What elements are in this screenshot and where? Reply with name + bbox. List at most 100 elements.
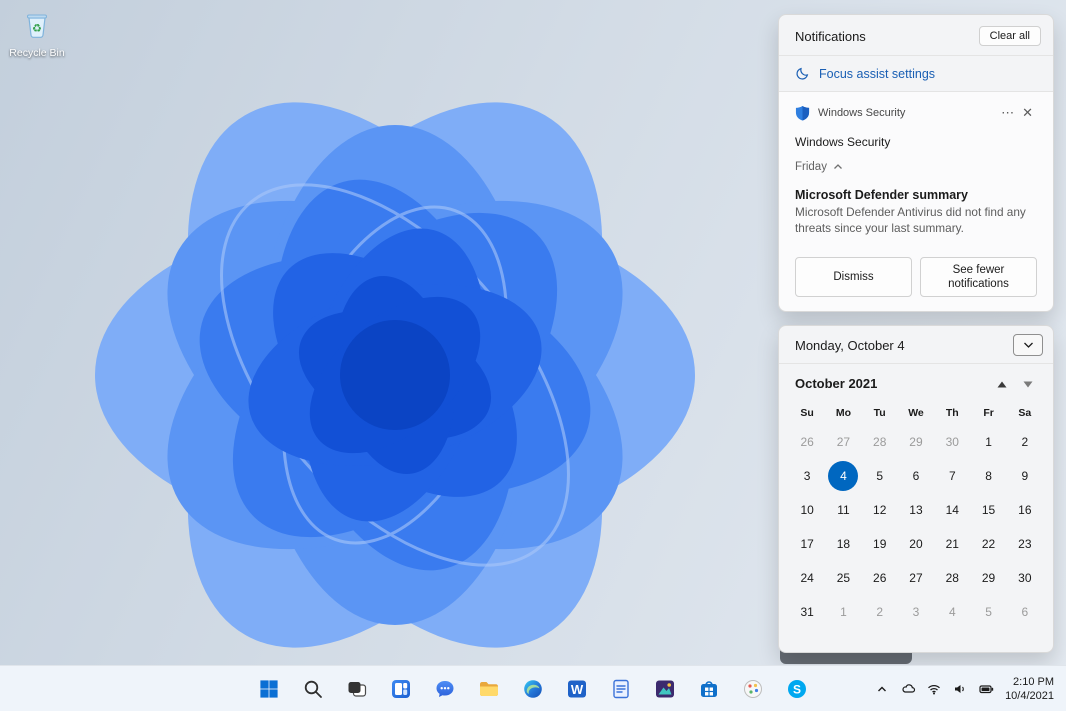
- calendar-day[interactable]: 26: [792, 427, 822, 457]
- recycle-bin-label: Recycle Bin: [8, 47, 66, 59]
- clock[interactable]: 2:10 PM 10/4/2021: [1005, 675, 1054, 704]
- close-icon[interactable]: ✕: [1018, 104, 1037, 121]
- tray-wifi-button[interactable]: [921, 672, 947, 706]
- notepad-icon: [609, 677, 633, 701]
- calendar-prev-month-button[interactable]: [991, 374, 1013, 393]
- calendar-day[interactable]: 5: [865, 461, 895, 491]
- notification-actions: Dismiss See fewer notifications: [795, 257, 1037, 297]
- calendar-day-selected[interactable]: 4: [828, 461, 858, 491]
- calendar-day[interactable]: 27: [901, 563, 931, 593]
- calendar-day[interactable]: 7: [937, 461, 967, 491]
- tray-onedrive-button[interactable]: [895, 672, 921, 706]
- calendar-day[interactable]: 10: [792, 495, 822, 525]
- focus-assist-icon: [795, 66, 810, 81]
- see-fewer-notifications-button[interactable]: See fewer notifications: [920, 257, 1037, 297]
- taskbar-start-button[interactable]: [249, 669, 289, 709]
- calendar-day[interactable]: 27: [828, 427, 858, 457]
- chat-icon: [433, 677, 457, 701]
- onedrive-cloud-icon: [900, 681, 917, 697]
- taskbar-paint-button[interactable]: [733, 669, 773, 709]
- taskbar-skype-button[interactable]: S: [777, 669, 817, 709]
- taskbar-notepad-button[interactable]: [601, 669, 641, 709]
- calendar-day[interactable]: 30: [937, 427, 967, 457]
- calendar-weekday-row: SuMoTuWeThFrSa: [779, 397, 1053, 425]
- calendar-day[interactable]: 9: [1010, 461, 1040, 491]
- calendar-day[interactable]: 21: [937, 529, 967, 559]
- dismiss-button[interactable]: Dismiss: [795, 257, 912, 297]
- calendar-day[interactable]: 6: [1010, 597, 1040, 627]
- calendar-day[interactable]: 24: [792, 563, 822, 593]
- calendar-day[interactable]: 2: [1010, 427, 1040, 457]
- taskbar-word-button[interactable]: W: [557, 669, 597, 709]
- taskbar-photos-button[interactable]: [645, 669, 685, 709]
- notification-group-friday[interactable]: Friday: [795, 161, 1037, 173]
- calendar-day[interactable]: 14: [937, 495, 967, 525]
- calendar-day[interactable]: 3: [792, 461, 822, 491]
- calendar-day[interactable]: 2: [865, 597, 895, 627]
- calendar-header: Monday, October 4: [779, 326, 1053, 363]
- taskbar-task-view-button[interactable]: [337, 669, 377, 709]
- calendar-day[interactable]: 28: [937, 563, 967, 593]
- calendar-day[interactable]: 29: [974, 563, 1004, 593]
- calendar-day[interactable]: 23: [1010, 529, 1040, 559]
- taskbar-search-button[interactable]: [293, 669, 333, 709]
- tray-volume-button[interactable]: [947, 672, 973, 706]
- taskbar-edge-button[interactable]: [513, 669, 553, 709]
- calendar-day[interactable]: 16: [1010, 495, 1040, 525]
- focus-assist-settings-link[interactable]: Focus assist settings: [779, 56, 1053, 91]
- notification-card: Windows Security ⋯ ✕ Windows Security Fr…: [779, 92, 1053, 311]
- photos-icon: [653, 677, 677, 701]
- skype-icon: S: [785, 677, 809, 701]
- calendar-day[interactable]: 26: [865, 563, 895, 593]
- taskbar-chat-button[interactable]: [425, 669, 465, 709]
- calendar-day[interactable]: 8: [974, 461, 1004, 491]
- svg-text:S: S: [793, 682, 801, 696]
- calendar-collapse-button[interactable]: [1013, 334, 1043, 356]
- calendar-day[interactable]: 22: [974, 529, 1004, 559]
- calendar-day[interactable]: 20: [901, 529, 931, 559]
- calendar-month-row: October 2021: [779, 364, 1053, 397]
- paint-icon: [741, 677, 765, 701]
- calendar-day[interactable]: 18: [828, 529, 858, 559]
- calendar-day[interactable]: 1: [974, 427, 1004, 457]
- more-options-icon[interactable]: ⋯: [997, 104, 1018, 121]
- calendar-day[interactable]: 15: [974, 495, 1004, 525]
- tray-battery-button[interactable]: [973, 672, 999, 706]
- calendar-day[interactable]: 17: [792, 529, 822, 559]
- calendar-day[interactable]: 19: [865, 529, 895, 559]
- calendar-day[interactable]: 30: [1010, 563, 1040, 593]
- wifi-icon: [926, 681, 942, 697]
- calendar-day[interactable]: 28: [865, 427, 895, 457]
- tray-hidden-icons-button[interactable]: [869, 672, 895, 706]
- calendar-day[interactable]: 1: [828, 597, 858, 627]
- taskbar-widgets-button[interactable]: [381, 669, 421, 709]
- calendar-day[interactable]: 31: [792, 597, 822, 627]
- calendar-day[interactable]: 5: [974, 597, 1004, 627]
- weekday-label: Fr: [970, 401, 1006, 425]
- clear-all-button[interactable]: Clear all: [979, 26, 1041, 46]
- calendar-day[interactable]: 4: [937, 597, 967, 627]
- calendar-next-month-button[interactable]: [1017, 374, 1039, 393]
- start-icon: [257, 677, 281, 701]
- calendar-day[interactable]: 11: [828, 495, 858, 525]
- clock-time: 2:10 PM: [1005, 675, 1054, 689]
- notification-group-label: Friday: [795, 161, 827, 173]
- calendar-grid: 2627282930123456789101112131415161718192…: [779, 425, 1053, 635]
- calendar-day[interactable]: 25: [828, 563, 858, 593]
- calendar-day[interactable]: 29: [901, 427, 931, 457]
- calendar-day[interactable]: 13: [901, 495, 931, 525]
- widgets-icon: [389, 677, 413, 701]
- volume-icon: [952, 681, 968, 697]
- taskbar-file-explorer-button[interactable]: [469, 669, 509, 709]
- wallpaper-bloom: [0, 10, 810, 700]
- taskbar-store-button[interactable]: [689, 669, 729, 709]
- store-icon: [697, 677, 721, 701]
- calendar-day[interactable]: 12: [865, 495, 895, 525]
- recycle-bin[interactable]: ♻ Recycle Bin: [8, 8, 66, 59]
- windows-security-shield-icon: [795, 105, 810, 121]
- svg-text:♻: ♻: [32, 22, 42, 35]
- weekday-label: We: [898, 401, 934, 425]
- calendar-day[interactable]: 6: [901, 461, 931, 491]
- calendar-day[interactable]: 3: [901, 597, 931, 627]
- calendar-date-title: Monday, October 4: [795, 338, 905, 353]
